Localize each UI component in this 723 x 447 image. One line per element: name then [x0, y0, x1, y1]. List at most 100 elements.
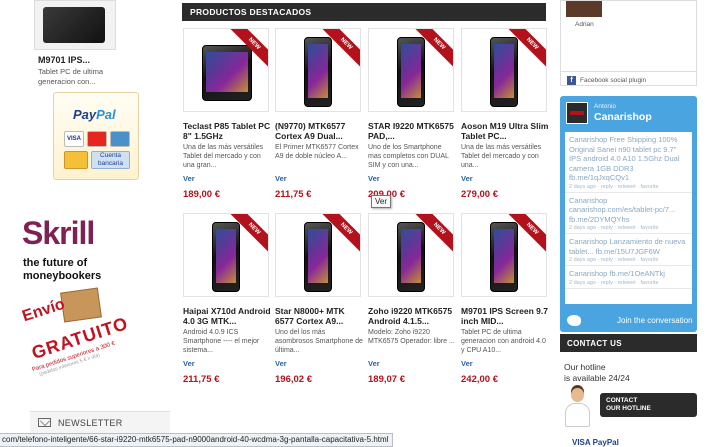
contact-hotline-button[interactable]: CONTACT OUR HOTLINE	[600, 393, 697, 417]
package-box-icon	[60, 287, 102, 323]
product-description: Uno del los más asombrosos Smartphone de…	[275, 329, 363, 354]
product-image[interactable]: NEW	[183, 28, 269, 112]
tweet-text[interactable]: Canarishop Free Shipping 100% Original S…	[569, 135, 688, 183]
skrill-tagline: the future of moneybookers	[23, 257, 102, 282]
featured-product-description: Tablet PC de ultima generacion con...	[38, 67, 104, 86]
paypal-logo: PayPal	[73, 107, 116, 122]
product-name[interactable]: Aoson M19 Ultra Slim Tablet PC...	[461, 121, 549, 141]
join-conversation-link[interactable]: Join the conversation	[560, 310, 697, 330]
visa-card-icon: VISA	[64, 131, 84, 147]
view-link[interactable]: Ver	[275, 359, 287, 368]
view-link[interactable]: Ver	[183, 174, 195, 183]
product-name[interactable]: Haipai X710d Android 4.0 3G MTK...	[183, 306, 271, 326]
product-price: 242,00 €	[461, 374, 498, 385]
product-card[interactable]: NEW STAR I9220 MTK6575 PAD,... Uno de los …	[368, 28, 454, 218]
free-shipping-badge: Envío GRATUITO Para pedidos superiores a…	[10, 287, 131, 380]
view-link[interactable]: Ver	[368, 174, 380, 183]
featured-product-image[interactable]	[34, 0, 116, 50]
product-image[interactable]: NEW	[275, 213, 361, 297]
view-link[interactable]: Ver	[183, 359, 195, 368]
device-image	[304, 222, 332, 292]
product-card[interactable]: NEW Aoson M19 Ultra Slim Tablet PC... Una …	[461, 28, 549, 218]
product-description: Una de las más versátiles Tablet del mer…	[183, 144, 264, 169]
featured-product-title[interactable]: M9701 IPS...	[38, 55, 90, 65]
product-name[interactable]: M9701 IPS Screen 9.7 inch MID...	[461, 306, 549, 326]
product-card[interactable]: NEW Teclast P85 Tablet PC 8" 1.5GHz Una de…	[183, 28, 271, 218]
bank-icon	[64, 151, 88, 169]
tweet-text[interactable]: Canarishop canarishop.com/es/tablet-pc/7…	[569, 196, 688, 225]
device-image	[490, 222, 518, 292]
skrill-logo[interactable]: Skrill	[22, 215, 95, 252]
facebook-member-name[interactable]: Adrian	[575, 21, 594, 28]
product-image[interactable]: NEW	[461, 28, 547, 112]
product-price: 279,00 €	[461, 189, 498, 200]
join-conversation-label: Join the conversation	[617, 315, 693, 325]
twitter-feed[interactable]: Canarishop Free Shipping 100% Original S…	[565, 132, 692, 304]
product-price: 211,75 €	[183, 374, 220, 385]
product-name[interactable]: STAR I9220 MTK6575 PAD,...	[368, 121, 456, 141]
product-name[interactable]: Zoho i9220 MTK6575 Android 4.1.5...	[368, 306, 456, 326]
product-card[interactable]: NEW Haipai X710d Android 4.0 3G MTK... And…	[183, 213, 271, 403]
product-name[interactable]: Teclast P85 Tablet PC 8" 1.5GHz	[183, 121, 271, 141]
facebook-plugin-label: Facebook social plugin	[580, 77, 647, 84]
twitter-widget: Antonio Canarishop Canarishop Free Shipp…	[560, 96, 697, 332]
tweet-meta[interactable]: 2 days ago · reply · retweet · favorite	[569, 184, 688, 190]
shipping-line-1: Envío	[20, 295, 67, 326]
product-image[interactable]: NEW	[368, 213, 454, 297]
twitter-avatar[interactable]	[566, 102, 588, 124]
product-price: 196,02 €	[275, 374, 312, 385]
tweet-item[interactable]: Canarishop Free Shipping 100% Original S…	[565, 132, 692, 193]
tooltip: Ver	[371, 195, 392, 208]
payment-logos-strip: VISA PayPal	[572, 438, 619, 447]
view-link[interactable]: Ver	[275, 174, 287, 183]
device-image	[304, 37, 332, 107]
product-name[interactable]: (N9770) MTK6577 Cortex A9 Dual...	[275, 121, 363, 141]
device-image	[202, 45, 252, 101]
tweet-meta[interactable]: 2 days ago · reply · retweet · favorite	[569, 257, 688, 263]
tweet-meta[interactable]: 2 days ago · reply · retweet · favorite	[569, 225, 688, 231]
facebook-icon: f	[567, 76, 576, 85]
device-image	[212, 222, 240, 292]
tweet-item[interactable]: Canarishop canarishop.com/es/tablet-pc/7…	[565, 193, 692, 234]
tweet-text[interactable]: Canarishop fb.me/1OeANTkj	[569, 269, 688, 279]
product-name[interactable]: Star N8000+ MTK 6577 Cortex A9...	[275, 306, 363, 326]
twitter-user-name[interactable]: Antonio	[594, 103, 616, 110]
bank-transfer-logo: Cuenta bancaria	[64, 151, 130, 169]
product-description: Una de las más versátiles Tablet del mer…	[461, 144, 542, 169]
avatar[interactable]	[566, 1, 602, 17]
newsletter-label: NEWSLETTER	[58, 417, 123, 428]
view-link[interactable]: Ver	[368, 359, 380, 368]
product-card[interactable]: NEW Zoho i9220 MTK6575 Android 4.1.5... Mo…	[368, 213, 456, 403]
product-image[interactable]: NEW	[183, 213, 269, 297]
product-image[interactable]: NEW	[461, 213, 547, 297]
product-image[interactable]: NEW	[368, 28, 454, 112]
featured-products-header: PRODUCTOS DESTACADOS	[182, 3, 546, 21]
product-card[interactable]: NEW M9701 IPS Screen 9.7 inch MID... Table…	[461, 213, 549, 403]
product-image[interactable]: NEW	[275, 28, 361, 112]
product-description: Tablet PC de ultima generacion con andro…	[461, 329, 546, 354]
facebook-plugin-footer[interactable]: f Facebook social plugin	[561, 71, 696, 86]
mastercard-icon	[87, 131, 107, 147]
view-link[interactable]: Ver	[461, 359, 473, 368]
hotline-availability: is available 24/24	[564, 373, 630, 383]
device-image	[397, 37, 425, 107]
tweet-text[interactable]: Canarishop Lanzamiento de nueva tablet..…	[569, 237, 688, 256]
mail-icon	[38, 418, 51, 427]
view-link[interactable]: Ver	[461, 174, 473, 183]
contact-header: CONTACT US	[560, 334, 697, 352]
device-image	[397, 222, 425, 292]
twitter-header: Antonio Canarishop	[560, 96, 697, 130]
tweet-item[interactable]: Canarishop Lanzamiento de nueva tablet..…	[565, 234, 692, 266]
product-card[interactable]: NEW Star N8000+ MTK 6577 Cortex A9... Uno …	[275, 213, 363, 403]
product-description: Android 4.0.9 ICS Smartphone ---- el mej…	[183, 329, 260, 354]
tweet-meta[interactable]: 2 days ago · reply · retweet · favorite	[569, 280, 688, 286]
tweet-item[interactable]: Canarishop fb.me/1OeANTkj 2 days ago · re…	[565, 266, 692, 289]
hotline-text: Our hotline	[564, 362, 606, 372]
twitter-handle[interactable]: Canarishop	[594, 111, 652, 123]
amex-card-icon	[110, 131, 130, 147]
device-image	[490, 37, 518, 107]
newsletter-block[interactable]: NEWSLETTER	[30, 411, 170, 433]
product-card[interactable]: NEW (N9770) MTK6577 Cortex A9 Dual... El P…	[275, 28, 361, 218]
support-agent-image	[562, 386, 592, 428]
paypal-banner[interactable]: PayPal VISA Cuenta bancaria	[53, 92, 139, 180]
